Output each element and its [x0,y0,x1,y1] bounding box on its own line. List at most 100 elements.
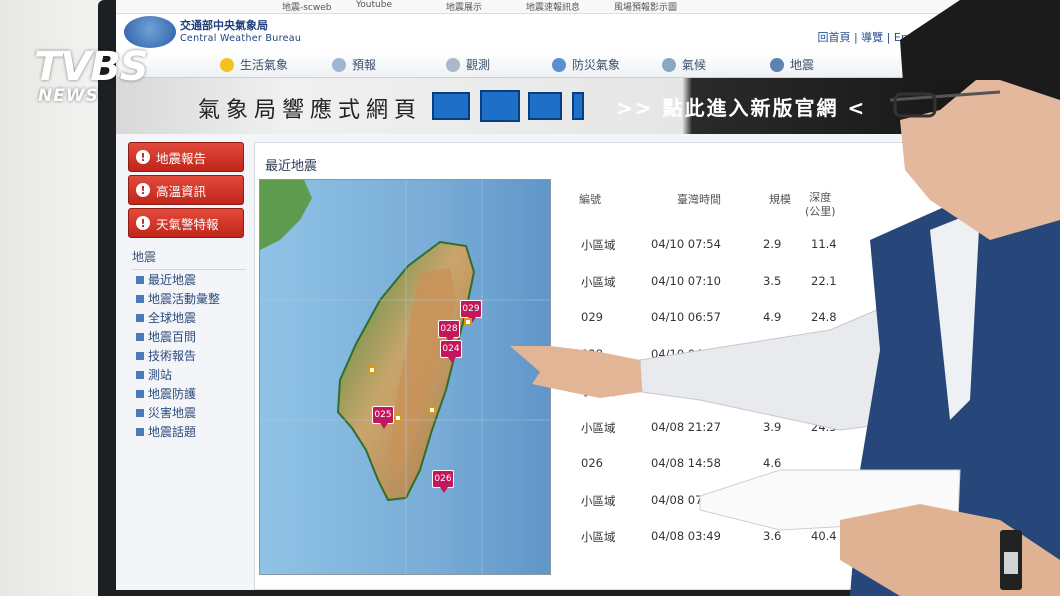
table-body: 小區域 04/10 07:54 2.9 11.4 小區域 04/10 07:10 3.5 22… [561,227,1060,556]
cell-id: 小區域 [581,493,616,508]
table-row[interactable]: 026 04/08 14:58 4.6 [561,446,1060,483]
cell-magnitude: 4.9 [763,310,782,324]
table-row[interactable]: 小區域 04/10 07:54 2.9 11.4 [561,227,1060,264]
browser-screen: Youtube 地震-scweb 地震展示 地震速報訊息 風場預報影示圖 交通部… [116,0,1060,590]
bullet-icon [136,351,144,360]
table-row[interactable]: 029 04/10 06:57 4.9 24.8 [561,300,1060,337]
alert-button-eq-report[interactable]: ! 地震報告 [128,142,244,172]
map-marker-024[interactable]: 024 [440,340,462,363]
alert-button-heat[interactable]: ! 高溫資訊 [128,175,244,205]
nav-disaster[interactable]: 防災氣象 [552,56,620,73]
bullet-icon [136,332,144,341]
table-row[interactable]: 028 04/10 04:2 [561,337,1060,374]
cell-magnitude: 3.9 [763,419,782,434]
section-title: 最近地震 [265,159,318,174]
rwd-banner[interactable]: 氣象局響應式網頁 >> 點此進入新版官網 < [116,78,1060,134]
cell-time: 04/10 04:2 [651,346,714,361]
taiwan-map-graphic [260,180,550,574]
map-marker-028[interactable]: 028 [438,320,460,343]
cell-magnitude: 2.9 [763,237,782,251]
col-id: 編號 [579,193,601,206]
cell-depth: 24.5 [811,419,837,434]
bookmark-eq-display[interactable]: 地震展示 [446,0,482,13]
table-row[interactable]: 小區域 04/09 22:45 3.1 [561,373,1060,410]
cell-time: 04/10 06:57 [651,310,721,324]
table-row[interactable]: 小區域 04/10 07:10 3.5 22.1 [561,264,1060,301]
nav-earthquake[interactable]: 地震 [770,56,814,73]
cell-id: 小區域 [581,274,616,289]
tv-frame: Youtube 地震-scweb 地震展示 地震速報訊息 風場預報影示圖 交通部… [0,0,1060,596]
exclamation-icon: ! [136,216,150,230]
exclamation-icon: ! [136,150,150,164]
disaster-icon [552,57,566,72]
sidebar-item-faq[interactable]: 地震百問 [128,327,246,346]
sidebar-item-disaster-eq[interactable]: 災害地震 [128,403,246,422]
nav-life-weather[interactable]: 生活氣象 [220,56,288,73]
cell-id: 小區域 [581,420,616,435]
cell-id: 028 [581,346,603,361]
tvbs-news-label: NEWS [38,86,99,106]
cell-time: 04/08 21:27 [651,419,721,434]
bookmark-youtube[interactable]: Youtube [356,0,392,10]
bullet-icon [136,294,144,303]
new-site-link[interactable]: >> 點此進入新版官網 < [616,92,866,121]
cell-time: 04/09 22:45 [651,383,721,397]
sidebar-item-global[interactable]: 全球地震 [128,308,246,327]
phone-icon [572,92,584,120]
site-header: 交通部中央氣象局 Central Weather Bureau 回首頁 | 導覽… [116,14,1060,52]
small-eq-marker[interactable] [368,366,376,374]
sidebar-item-recent[interactable]: 最近地震 [128,270,246,289]
bullet-icon [136,427,144,436]
cell-time: 04/08 03:49 [651,529,721,543]
laptop-icon [528,92,562,120]
sidebar-item-topics[interactable]: 地震話題 [128,422,246,441]
main-panel: 最近地震 029 028 024 025 026 編號 臺灣時間 規模 深度 (… [254,142,1060,590]
earthquake-icon [770,57,784,72]
table-row[interactable]: 小區域 04/08 07:51 3.7 [561,483,1060,520]
bookmark-scweb[interactable]: 地震-scweb [282,0,332,13]
bookmark-wind[interactable]: 風場預報影示圖 [614,0,677,13]
col-time: 臺灣時間 [677,193,721,206]
alert-button-warnings[interactable]: ! 天氣警特報 [128,208,244,238]
sidebar-item-reports[interactable]: 技術報告 [128,346,246,365]
small-eq-marker[interactable] [394,414,402,422]
cell-depth: 24.8 [811,310,837,324]
nav-observation[interactable]: 觀測 [446,56,490,73]
table-header: 編號 臺灣時間 規模 深度 (公里) [561,187,1060,227]
cell-magnitude: 3.6 [763,529,782,543]
climate-icon [662,57,676,72]
sidebar-item-protection[interactable]: 地震防護 [128,384,246,403]
table-row[interactable]: 小區域 04/08 03:49 3.6 40.4 [561,519,1060,556]
org-name-zh: 交通部中央氣象局 [180,19,268,32]
bookmark-eq-alert[interactable]: 地震速報訊息 [526,0,580,13]
tvbs-logo: TVBS NEWS [34,44,184,110]
sidebar-item-activity[interactable]: 地震活動彙整 [128,289,246,308]
cell-time: 04/10 07:10 [651,273,721,288]
cell-magnitude: 3.1 [763,383,782,397]
org-name-en: Central Weather Bureau [180,33,302,44]
cell-id: 029 [581,310,603,324]
cell-id: 026 [581,456,603,470]
tvbs-brand: TVBS [34,44,149,90]
cell-id: 小區域 [581,384,616,398]
small-eq-marker[interactable] [464,318,472,326]
small-eq-marker[interactable] [428,406,436,414]
map-marker-026[interactable]: 026 [432,470,454,493]
cell-id: 小區域 [581,238,616,252]
top-links[interactable]: 回首頁 | 導覽 | English | 南區氣象服務 | 數位科 [817,29,1054,45]
forecast-icon [332,57,346,72]
nav-climate[interactable]: 氣候 [662,56,706,73]
map-marker-029[interactable]: 029 [460,300,482,323]
earthquake-table: 編號 臺灣時間 規模 深度 (公里) 小區域 04/10 07:54 2.9 11.4… [561,187,1060,556]
bullet-icon [136,408,144,417]
table-row[interactable]: 小區域 04/08 21:27 3.9 24.5 [561,410,1060,447]
cell-magnitude: 3.7 [763,492,782,507]
exclamation-icon: ! [136,183,150,197]
sidebar-item-stations[interactable]: 測站 [128,365,246,384]
cell-id: 小區域 [581,530,616,544]
nav-forecast[interactable]: 預報 [332,56,376,73]
map-marker-025[interactable]: 025 [372,406,394,429]
cell-time: 04/08 07:51 [651,492,721,507]
earthquake-map[interactable]: 029 028 024 025 026 [259,179,551,575]
cell-magnitude: 3.5 [763,273,782,288]
